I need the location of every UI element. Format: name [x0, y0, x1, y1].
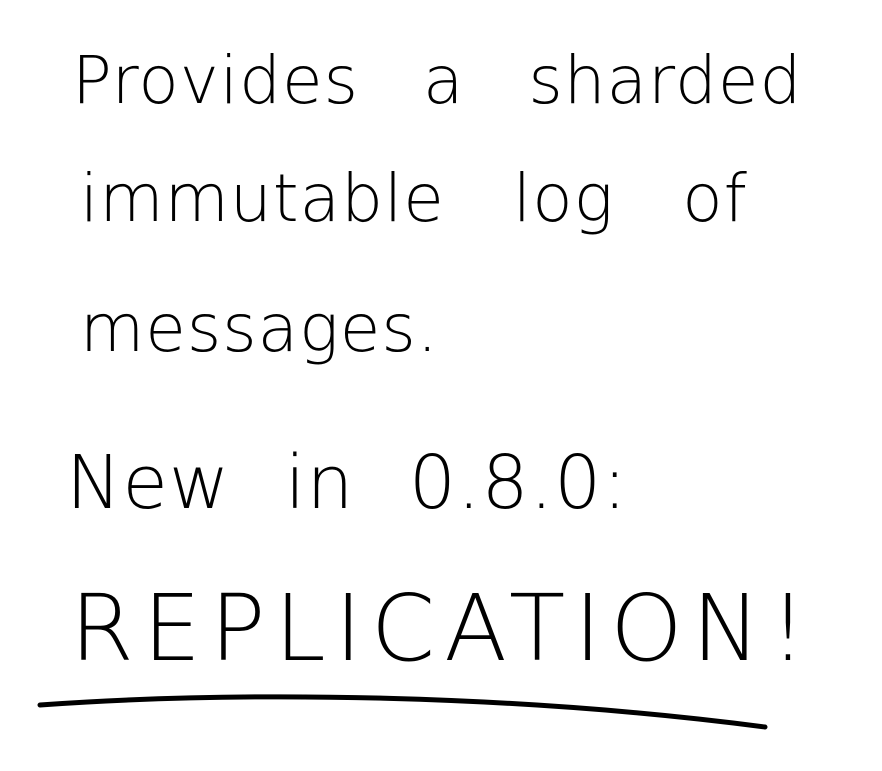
underline-stroke	[37, 694, 768, 730]
handwritten-note: Provides a sharded immutable log of mess…	[0, 0, 882, 771]
